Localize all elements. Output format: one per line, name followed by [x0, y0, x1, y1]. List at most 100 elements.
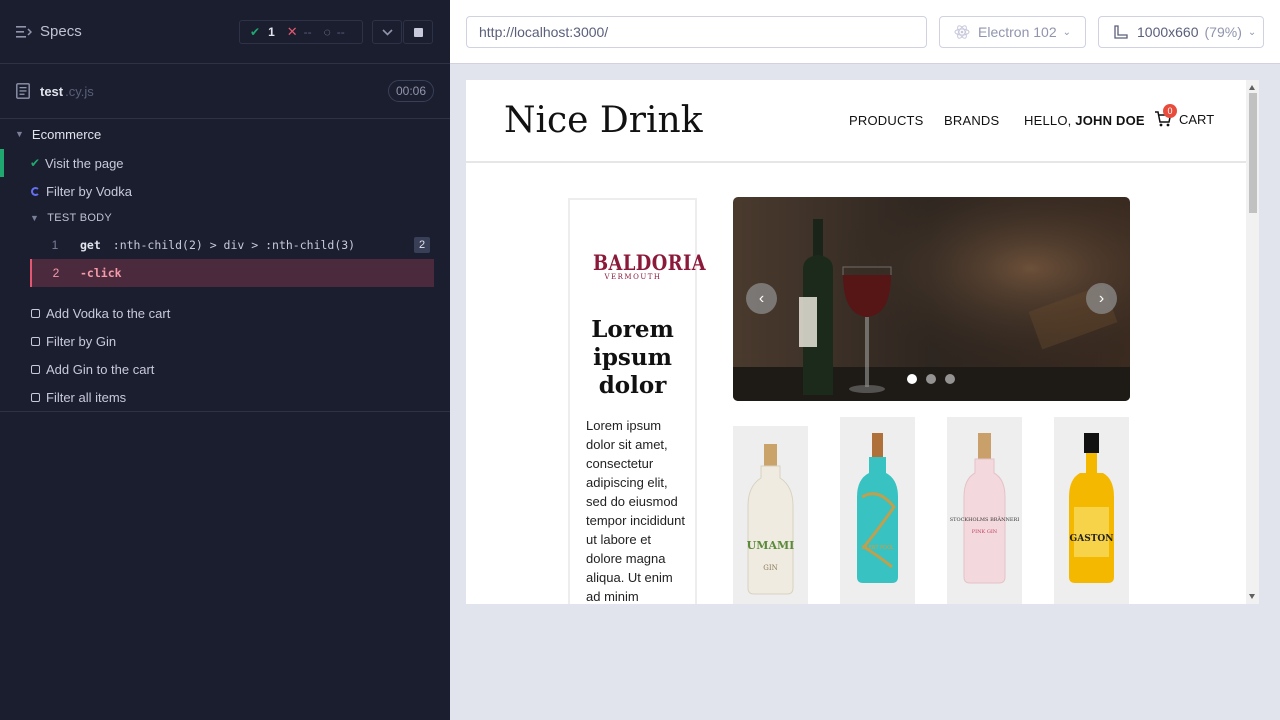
- collapse-button[interactable]: [372, 20, 402, 44]
- viewport-scale: (79%): [1204, 24, 1242, 40]
- command-row-click[interactable]: 2 -click: [30, 259, 434, 287]
- cart-label: CART: [1179, 111, 1215, 127]
- command-selector: :nth-child(2) > div > :nth-child(3): [112, 238, 356, 252]
- spec-file-ext: .cy.js: [65, 83, 94, 99]
- test-title: Visit the page: [45, 155, 124, 171]
- test-filter-by-gin[interactable]: Filter by Gin: [0, 327, 450, 355]
- running-spinner-icon: [31, 186, 40, 196]
- scroll-thumb[interactable]: [1249, 93, 1257, 213]
- document-icon: [16, 83, 30, 99]
- greeting-prefix: HELLO,: [1024, 113, 1072, 128]
- carousel-prev-button[interactable]: ‹: [746, 283, 777, 314]
- pending-square-icon: [31, 364, 40, 374]
- cart-link[interactable]: 0 CART: [1154, 104, 1215, 128]
- test-add-gin-to-cart[interactable]: Add Gin to the cart: [0, 355, 450, 383]
- page-scrollbar[interactable]: [1246, 80, 1259, 604]
- suite-ecommerce[interactable]: ▼ Ecommerce: [0, 119, 450, 149]
- test-filter-by-vodka[interactable]: Filter by Vodka: [0, 177, 450, 205]
- product-stockholms-pink-gin[interactable]: STOCKHOLMS BRÄNNERI PINK GIN: [947, 417, 1022, 604]
- carousel-next-button[interactable]: ›: [1086, 283, 1117, 314]
- product-gaston[interactable]: GASTON: [1054, 417, 1129, 604]
- stop-button[interactable]: [403, 20, 433, 44]
- spec-file-row: test .cy.js 00:06: [0, 64, 450, 119]
- bottle-image: SILENT POOL: [857, 433, 898, 583]
- bottle-image: GASTON: [1069, 433, 1114, 583]
- product-label: STOCKHOLMS BRÄNNERI: [950, 516, 1020, 523]
- brand-logo: BALDORIA VERMOUTH: [586, 250, 707, 281]
- product-sub: GIN: [763, 564, 777, 572]
- pending-square-icon: [31, 336, 40, 346]
- chevron-down-icon: [381, 28, 393, 36]
- site-header: Nice Drink PRODUCTS BRANDS HELLO, JOHN D…: [466, 80, 1246, 163]
- product-label: GASTON: [1070, 534, 1114, 544]
- carousel-dot-1[interactable]: [907, 374, 917, 384]
- brand-card[interactable]: BALDORIA VERMOUTH Lorem ipsum dolor Lore…: [568, 198, 707, 604]
- run-duration: 00:06: [387, 80, 434, 102]
- cart-count-badge: 0: [1163, 104, 1177, 118]
- site-logo[interactable]: Nice Drink: [504, 100, 703, 141]
- stop-icon: [413, 27, 423, 37]
- bottle-image: UMAMI GIN: [747, 444, 794, 595]
- product-label: SILENT POOL: [861, 545, 894, 551]
- wine-bar-image: [733, 197, 1130, 401]
- nav-products[interactable]: PRODUCTS: [849, 113, 924, 128]
- carousel-dot-2[interactable]: [926, 374, 936, 384]
- chevron-down-icon: ▼: [15, 129, 24, 139]
- electron-icon: [954, 25, 970, 39]
- suite-title: Ecommerce: [31, 126, 102, 142]
- chevron-down-icon: ▼: [30, 213, 40, 223]
- chevron-left-icon: ‹: [758, 289, 765, 307]
- product-sub: PINK GIN: [972, 529, 998, 535]
- command-number: 2: [52, 266, 60, 280]
- chevron-down-icon: ⌄: [1247, 26, 1257, 38]
- bottle-image: STOCKHOLMS BRÄNNERI PINK GIN: [950, 433, 1020, 584]
- command-name: get: [80, 238, 101, 252]
- viewport-ruler-icon: [1114, 25, 1128, 39]
- app-preview: Nice Drink PRODUCTS BRANDS HELLO, JOHN D…: [466, 80, 1259, 604]
- passed-check-icon: ✔: [250, 25, 261, 39]
- product-umami-gin[interactable]: UMAMI GIN: [733, 426, 808, 604]
- test-add-vodka-to-cart[interactable]: Add Vodka to the cart: [0, 299, 450, 327]
- specs-header: Specs ✔ 1 ✕ -- ◌ --: [0, 0, 450, 64]
- carousel-dot-3[interactable]: [945, 374, 955, 384]
- pending-spinner-icon: ◌: [323, 25, 331, 39]
- browser-label: Electron 102: [978, 24, 1057, 40]
- test-tree: ▼ Ecommerce ✔ Visit the page Filter by V…: [0, 119, 450, 411]
- brand-heading: Lorem ipsum dolor: [591, 316, 674, 399]
- nav-user-greeting[interactable]: HELLO, JOHN DOE: [1024, 113, 1145, 128]
- test-body-header[interactable]: ▼ TEST BODY: [0, 205, 450, 231]
- test-title: Filter by Vodka: [46, 183, 132, 199]
- scroll-down-arrow-icon[interactable]: [1249, 594, 1255, 599]
- reporter-panel: Specs ✔ 1 ✕ -- ◌ -- test .cy.js 00:06 ▼: [0, 0, 450, 720]
- element-count-badge: 2: [414, 237, 430, 253]
- browser-selector[interactable]: Electron 102 ⌄: [939, 16, 1086, 48]
- command-name: -click: [80, 266, 122, 280]
- pending-square-icon: [31, 308, 40, 318]
- viewport-selector[interactable]: 1000x660 (79%) ⌄: [1098, 16, 1264, 48]
- brand-logo-name: BALDORIA: [593, 250, 707, 275]
- test-visit-the-page[interactable]: ✔ Visit the page: [0, 149, 450, 177]
- brand-description: Lorem ipsum dolor sit amet, consectetur …: [586, 418, 685, 604]
- test-filter-all-items[interactable]: Filter all items: [0, 383, 450, 411]
- hero-carousel: ‹ ›: [733, 197, 1130, 401]
- url-field[interactable]: [466, 16, 927, 48]
- failed-count: --: [303, 25, 312, 39]
- specs-title[interactable]: Specs: [40, 23, 82, 40]
- divider: [0, 411, 450, 412]
- command-number: 1: [51, 238, 59, 252]
- product-silent-pool[interactable]: SILENT POOL: [840, 417, 915, 604]
- specs-list-icon[interactable]: [16, 25, 32, 39]
- passed-count: 1: [268, 25, 275, 39]
- spec-file-name[interactable]: test: [40, 84, 63, 99]
- nav-brands[interactable]: BRANDS: [944, 113, 999, 128]
- test-body-label: TEST BODY: [47, 212, 113, 224]
- test-title: Filter by Gin: [46, 333, 117, 349]
- viewport-size: 1000x660: [1137, 24, 1199, 40]
- passed-check-icon: ✔: [30, 156, 41, 170]
- chevron-down-icon: ⌄: [1062, 26, 1071, 38]
- test-title: Filter all items: [46, 389, 127, 405]
- scroll-up-arrow-icon[interactable]: [1249, 85, 1255, 90]
- chevron-right-icon: ›: [1098, 289, 1105, 307]
- command-row-get[interactable]: 1 get :nth-child(2) > div > :nth-child(3…: [30, 231, 434, 259]
- pending-count: --: [336, 25, 345, 39]
